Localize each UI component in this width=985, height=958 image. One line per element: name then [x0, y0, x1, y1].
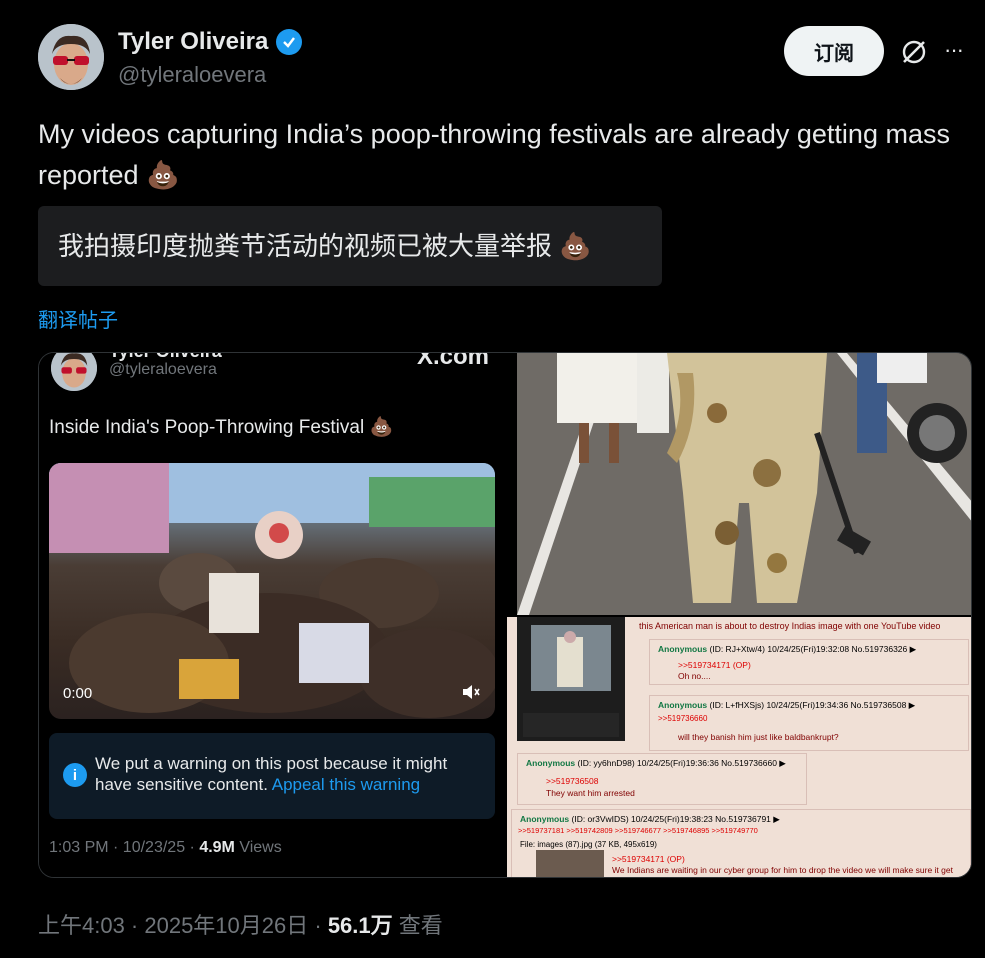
mute-icon [461, 683, 483, 703]
forum-post: Anonymous (ID: yy6hnD98) 10/24/25(Fri)19… [517, 753, 807, 805]
video-time: 0:00 [63, 685, 93, 702]
tweet-views-label: 查看 [392, 913, 443, 938]
subscribe-button[interactable]: 订阅 [784, 26, 884, 76]
author-name[interactable]: Tyler Oliveira [118, 28, 303, 56]
post-id: (ID: L+fHXSjs) [709, 700, 765, 710]
embedded-post-text: Inside India's Poop-Throwing Festival 💩 [49, 417, 394, 438]
embedded-views-count: 4.9M [199, 839, 235, 856]
post-date: 10/24/25(Fri)19:34:36 No.519736508 ▶ [766, 700, 916, 710]
appeal-warning-link: Appeal this warning [271, 775, 421, 794]
embedded-timestamp: 1:03 PM · 10/23/25 · [49, 839, 200, 856]
post-body: Oh no.... [678, 671, 711, 681]
sensitive-content-warning: i We put a warning on this post because … [49, 733, 495, 819]
post-file: File: images (87).jpg (37 KB, 495x619) [520, 840, 657, 849]
forum-thread-title: this American man is about to destroy In… [639, 621, 941, 631]
post-id: (ID: yy6hnD98) [577, 758, 635, 768]
post-header: Anonymous (ID: yy6hnD98) 10/24/25(Fri)19… [526, 758, 786, 769]
translate-post-link[interactable]: 翻译帖子 [38, 304, 118, 333]
video-player: 0:00 [49, 463, 495, 719]
author-handle[interactable]: @tyleraloevera [118, 62, 266, 88]
tweet-timestamp[interactable]: 上午4:03 · 2025年10月26日 · [38, 913, 328, 938]
author-name-text[interactable]: Tyler Oliveira [118, 28, 268, 56]
post-quote: >>519736508 [546, 776, 599, 786]
post-body: We Indians are waiting in our cyber grou… [612, 865, 953, 877]
forum-post: Anonymous (ID: L+fHXSjs) 10/24/25(Fri)19… [649, 695, 969, 751]
embedded-views-label: Views [234, 839, 282, 856]
forum-post: Anonymous (ID: RJ+Xtw/4) 10/24/25(Fri)19… [649, 639, 969, 685]
media-attachment[interactable]: Tyler Oliveira @tyleraloevera X.com Insi… [38, 352, 972, 878]
festival-photo [517, 353, 971, 615]
tweet-text: My videos capturing India’s poop-throwin… [38, 119, 950, 190]
post-author: Anonymous [658, 700, 708, 710]
post-header: Anonymous (ID: RJ+Xtw/4) 10/24/25(Fri)19… [658, 644, 916, 655]
post-date: 10/24/25(Fri)19:38:23 No.519736791 ▶ [631, 814, 780, 824]
post-quote: >>519737181 >>519742809 >>519746677 >>51… [518, 826, 758, 835]
post-date: 10/24/25(Fri)19:36:36 No.519736660 ▶ [637, 758, 786, 768]
grok-icon[interactable] [900, 38, 928, 66]
tweet-meta: 上午4:03 · 2025年10月26日 · 56.1万 查看 [38, 908, 443, 940]
forum-post: Anonymous (ID: or3VwIDS) 10/24/25(Fri)19… [511, 809, 971, 877]
embedded-brand: X.com [417, 352, 490, 370]
verified-badge-icon [276, 29, 303, 55]
embedded-author-handle: @tyleraloevera [109, 361, 217, 378]
translation-text: 我拍摄印度抛粪节活动的视频已被大量举报 💩 [58, 231, 592, 261]
post-body: will they banish him just like baldbankr… [678, 732, 839, 742]
embedded-meta: 1:03 PM · 10/23/25 · 4.9M Views [49, 839, 282, 857]
post-header: Anonymous (ID: L+fHXSjs) 10/24/25(Fri)19… [658, 700, 915, 711]
embedded-screenshot: Tyler Oliveira @tyleraloevera X.com Insi… [39, 352, 515, 877]
warning-text: We put a warning on this post because it… [95, 753, 485, 795]
post-author: Anonymous [520, 814, 570, 824]
tweet-views-count: 56.1万 [327, 913, 393, 938]
post-quote: >>519734171 (OP) [612, 854, 685, 864]
embedded-avatar [51, 353, 97, 391]
forum-screenshot: this American man is about to destroy In… [507, 617, 971, 877]
post-quote: >>519736660 [658, 714, 708, 723]
translation-box: 我拍摄印度抛粪节活动的视频已被大量举报 💩 [38, 206, 662, 286]
post-date: 10/24/25(Fri)19:32:08 No.519736326 ▶ [767, 644, 917, 654]
forum-thumbnail [517, 617, 625, 741]
post-image [536, 850, 604, 877]
post-body: They want him arrested [546, 788, 635, 798]
post-id: (ID: RJ+Xtw/4) [709, 644, 766, 654]
more-options-icon[interactable]: ··· [944, 38, 972, 66]
post-author: Anonymous [658, 644, 708, 654]
info-icon: i [63, 763, 87, 787]
post-id: (ID: or3VwIDS) [571, 814, 629, 824]
tweet-header: Tyler Oliveira @tyleraloevera 订阅 ··· [38, 24, 978, 94]
post-quote: >>519734171 (OP) [678, 660, 751, 670]
post-author: Anonymous [526, 758, 576, 768]
post-header: Anonymous (ID: or3VwIDS) 10/24/25(Fri)19… [520, 814, 780, 825]
author-avatar[interactable] [38, 24, 104, 90]
